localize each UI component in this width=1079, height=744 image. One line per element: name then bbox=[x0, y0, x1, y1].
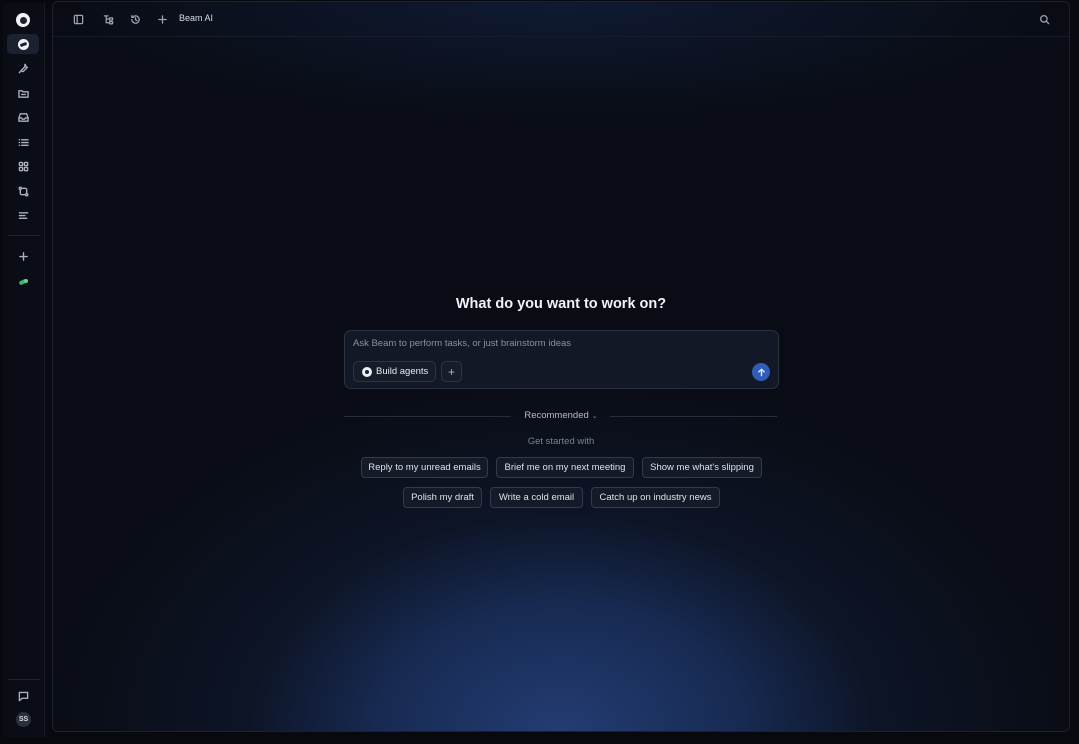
sidebar-item-tools[interactable] bbox=[7, 58, 39, 78]
sidebar-item-files[interactable] bbox=[7, 83, 39, 103]
tree-icon bbox=[103, 14, 113, 24]
structure-button[interactable] bbox=[101, 12, 115, 26]
add-attachment-button[interactable]: + bbox=[441, 361, 462, 382]
recommended-toggle[interactable]: Recommended ⌄ bbox=[516, 410, 606, 421]
recommended-label: Recommended bbox=[524, 410, 589, 421]
sidebar-item-apps[interactable] bbox=[7, 156, 39, 176]
search-button[interactable] bbox=[1037, 12, 1051, 26]
plus-icon: + bbox=[447, 364, 455, 379]
history-button[interactable] bbox=[128, 12, 142, 26]
main-heading: What do you want to work on? bbox=[455, 296, 667, 312]
sidebar-item-beam-chat[interactable] bbox=[7, 34, 39, 54]
plus-icon bbox=[18, 251, 28, 261]
top-bar: Beam AI bbox=[53, 2, 1069, 37]
history-icon bbox=[130, 14, 140, 24]
inbox-icon bbox=[17, 112, 29, 122]
toggle-sidebar-button[interactable] bbox=[71, 12, 85, 26]
recommended-divider-left bbox=[344, 416, 511, 417]
suggestion-button[interactable]: Reply to my unread emails bbox=[361, 457, 488, 478]
build-agents-button[interactable]: Build agents bbox=[353, 361, 436, 382]
folder-icon bbox=[17, 89, 29, 98]
text-lines-icon bbox=[18, 211, 28, 219]
suggestion-button[interactable]: Catch up on industry news bbox=[591, 487, 720, 508]
recommended-divider-right bbox=[610, 416, 777, 417]
suggestion-button[interactable]: Brief me on my next meeting bbox=[496, 457, 634, 478]
chevron-down-icon: ⌄ bbox=[591, 413, 598, 420]
suggestion-button[interactable]: Write a cold email bbox=[490, 487, 583, 508]
sidebar-item-integrations[interactable] bbox=[7, 181, 39, 201]
sidebar-item-new[interactable] bbox=[7, 246, 39, 266]
plus-icon bbox=[157, 14, 167, 24]
workspace-logo-icon[interactable] bbox=[16, 13, 30, 27]
suggestion-button[interactable]: Polish my draft bbox=[403, 487, 482, 508]
sidebar-toggle-icon bbox=[73, 14, 83, 24]
integration-icon bbox=[18, 277, 28, 286]
build-agents-label: Build agents bbox=[376, 366, 429, 377]
prompt-composer: Ask Beam to perform tasks, or just brain… bbox=[344, 330, 779, 389]
chat-icon bbox=[18, 691, 28, 701]
transfer-icon bbox=[18, 186, 28, 196]
sidebar-item-tasks[interactable] bbox=[7, 132, 39, 152]
prompt-input[interactable]: Ask Beam to perform tasks, or just brain… bbox=[353, 338, 753, 349]
sidebar-item-connected-app[interactable] bbox=[7, 272, 39, 292]
send-button[interactable] bbox=[752, 363, 770, 381]
page-title: Beam AI bbox=[179, 13, 214, 23]
suggestion-button[interactable]: Show me what's slipping bbox=[642, 457, 762, 478]
wrench-icon bbox=[18, 63, 28, 73]
feedback-chat-button[interactable] bbox=[7, 686, 39, 706]
avatar[interactable]: SS bbox=[16, 712, 31, 727]
sidebar-divider bbox=[8, 235, 40, 236]
sidebar-item-inbox[interactable] bbox=[7, 107, 39, 127]
sidebar-divider bbox=[8, 679, 40, 680]
search-icon bbox=[1039, 14, 1049, 24]
app-window: SS Beam AI What do you want to work on? … bbox=[0, 0, 1079, 744]
new-chat-button[interactable] bbox=[155, 12, 169, 26]
main-panel: Beam AI What do you want to work on? Ask… bbox=[52, 1, 1070, 732]
beam-logo-icon bbox=[362, 366, 372, 377]
beam-logo-icon bbox=[17, 38, 29, 50]
grid-icon bbox=[18, 161, 28, 171]
sidebar: SS bbox=[3, 3, 45, 737]
get-started-subtitle: Get started with bbox=[527, 436, 595, 447]
sidebar-item-notes[interactable] bbox=[7, 205, 39, 225]
arrow-up-icon bbox=[757, 368, 765, 376]
list-icon bbox=[18, 138, 29, 146]
